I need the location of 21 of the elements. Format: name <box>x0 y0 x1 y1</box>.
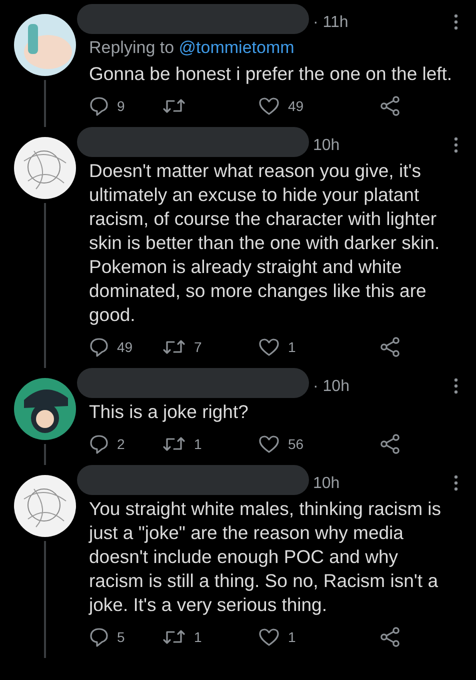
count: 9 <box>117 98 125 114</box>
tweet-text: Doesn't matter what reason you give, it's ultimately an excuse to hide your platant racism, of course the character with lighter skin is better than the one with darker skin. Pokemon is already straight and white dominated, so more changes like this are good. <box>89 159 441 327</box>
count: 5 <box>117 629 125 645</box>
timestamp: · 11h <box>313 13 348 33</box>
handle-link[interactable]: @tommietomm <box>178 38 294 57</box>
count: 56 <box>288 436 304 452</box>
count: 1 <box>288 339 296 355</box>
count: 49 <box>288 98 304 114</box>
replying-to-text: Replying to @tommietomm <box>89 37 296 59</box>
count: 1 <box>288 629 296 645</box>
tweet-text: Gonna be honest i prefer the one on the left. <box>89 62 454 86</box>
count: 1 <box>194 629 202 645</box>
timestamp: 10h <box>313 474 340 494</box>
count: 2 <box>117 436 125 452</box>
count: 7 <box>194 339 202 355</box>
timestamp: 10h <box>313 136 340 156</box>
tweet-text: You straight white males, thinking racism is just a "joke" are the reason why media doesn't include enough POC and why racism is still a thing. So no, Racism isn't a joke. It's a very serious thing. <box>89 497 442 617</box>
count: 1 <box>194 436 202 452</box>
tweet-text: This is a joke right? <box>89 400 250 424</box>
count: 49 <box>117 339 133 355</box>
timestamp: · 10h <box>313 377 350 397</box>
